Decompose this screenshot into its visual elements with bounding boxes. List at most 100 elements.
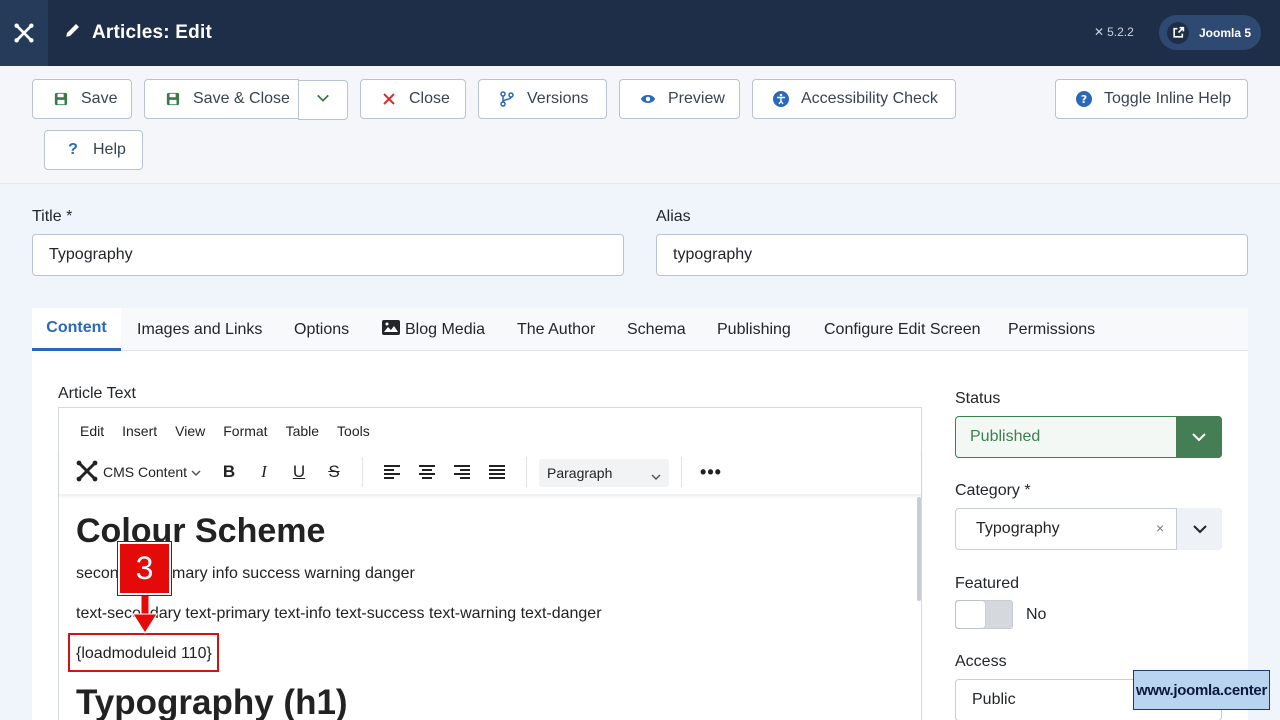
branch-icon (499, 91, 515, 107)
versions-button[interactable]: Versions (478, 79, 607, 119)
eye-icon (640, 91, 656, 107)
editor-menubar: Edit Insert View Format Table Tools (80, 423, 388, 439)
save-close-label: Save & Close (193, 90, 290, 107)
toggle-knob (956, 601, 985, 628)
tab-images-links[interactable]: Images and Links (137, 308, 262, 351)
help-label: Help (93, 141, 126, 158)
tab-publishing[interactable]: Publishing (717, 308, 791, 351)
menu-tools[interactable]: Tools (337, 423, 370, 439)
joomla-icon (75, 459, 99, 486)
chevron-down-icon (191, 464, 201, 480)
align-right-icon[interactable] (450, 449, 474, 495)
tab-blog-media[interactable]: Blog Media (382, 308, 485, 351)
svg-text:?: ? (1081, 93, 1087, 106)
preview-button[interactable]: Preview (619, 79, 740, 119)
paragraph-format-select[interactable]: Paragraph (539, 459, 669, 487)
status-label: Status (955, 390, 1001, 407)
paragraph-label: Paragraph (547, 465, 613, 481)
clear-icon[interactable]: × (1156, 520, 1164, 536)
version-label: ✕ 5.2.2 (1094, 25, 1134, 39)
save-dropdown-toggle[interactable] (298, 80, 348, 120)
close-button[interactable]: Close (360, 79, 466, 119)
chevron-down-icon (1176, 416, 1222, 458)
tab-content[interactable]: Content (32, 308, 121, 351)
menu-view[interactable]: View (175, 423, 205, 439)
underline-icon[interactable]: U (287, 449, 311, 495)
tab-permissions[interactable]: Permissions (1008, 308, 1095, 351)
title-input[interactable]: Typography (32, 234, 624, 276)
featured-value: No (1026, 606, 1047, 623)
article-text-label: Article Text (58, 385, 136, 402)
align-center-icon[interactable] (415, 449, 439, 495)
version-text: 5.2.2 (1107, 25, 1134, 39)
save-icon (53, 91, 69, 107)
access-label: Access (955, 653, 1007, 670)
save-button[interactable]: Save (32, 79, 132, 119)
save-label: Save (81, 90, 118, 107)
question-circle-icon: ? (1076, 91, 1092, 107)
chevron-down-icon (316, 91, 330, 110)
tab-the-author[interactable]: The Author (517, 308, 595, 351)
chevron-down-icon (651, 468, 661, 484)
tab-options[interactable]: Options (294, 308, 349, 351)
category-select[interactable]: Typography × (955, 508, 1222, 550)
status-select[interactable]: Published (955, 416, 1222, 458)
image-icon (382, 319, 400, 340)
access-value: Public (972, 691, 1016, 708)
italic-icon[interactable]: I (252, 449, 276, 495)
tab-bar: Content Images and Links Options Blog Me… (32, 308, 1248, 351)
joomla-site-button[interactable]: Joomla 5 (1159, 15, 1261, 50)
bold-icon[interactable]: B (217, 449, 241, 495)
joomla-logo-icon[interactable] (0, 0, 48, 66)
joomla-small-icon: ✕ (1094, 25, 1105, 39)
toggle-inline-help-button[interactable]: ? Toggle Inline Help (1055, 79, 1248, 119)
page-title: Articles: Edit (64, 0, 212, 66)
category-label: Category * (955, 482, 1031, 499)
joomla-button-label: Joomla 5 (1199, 25, 1252, 40)
menu-table[interactable]: Table (286, 423, 319, 439)
annotation-arrow (132, 594, 158, 634)
toolbar-separator (362, 457, 363, 487)
tab-schema[interactable]: Schema (627, 308, 686, 351)
toolbar-separator (681, 457, 682, 487)
menu-insert[interactable]: Insert (122, 423, 157, 439)
save-close-button[interactable]: Save & Close (144, 79, 299, 119)
pencil-icon (64, 21, 82, 45)
align-left-icon[interactable] (380, 449, 404, 495)
help-button[interactable]: ? Help (44, 130, 143, 170)
cms-content-label: CMS Content (103, 464, 188, 480)
save-icon (165, 91, 181, 107)
page-title-text: Articles: Edit (92, 22, 212, 43)
accessibility-icon (773, 91, 789, 107)
align-justify-icon[interactable] (485, 449, 509, 495)
content-h1: Typography (h1) (76, 683, 348, 720)
editor-toolbar: CMS Content B I U S ••• (59, 449, 921, 495)
editor-scrollbar[interactable] (917, 497, 921, 601)
strikethrough-icon[interactable]: S (322, 449, 346, 495)
annotation-badge: 3 (118, 542, 171, 595)
menu-format[interactable]: Format (223, 423, 267, 439)
question-icon: ? (68, 141, 78, 158)
accessibility-label: Accessibility Check (801, 90, 938, 107)
menu-edit[interactable]: Edit (80, 423, 104, 439)
featured-toggle[interactable] (955, 600, 1013, 629)
status-value: Published (970, 428, 1041, 445)
highlight-box (68, 633, 219, 672)
content-heading: Colour Scheme (76, 512, 326, 550)
title-label: Title * (32, 208, 73, 225)
alias-input[interactable]: typography (656, 234, 1248, 276)
accessibility-check-button[interactable]: Accessibility Check (752, 79, 956, 119)
chevron-down-icon (1176, 508, 1222, 550)
cms-content-dropdown[interactable]: CMS Content (75, 449, 201, 495)
alias-label: Alias (656, 208, 691, 225)
watermark: www.joomla.center (1133, 670, 1270, 710)
category-value: Typography (976, 520, 1060, 537)
top-header: Articles: Edit ✕ 5.2.2 Joomla 5 (0, 0, 1280, 66)
tab-configure-edit-screen[interactable]: Configure Edit Screen (824, 308, 981, 351)
tab-blog-media-label: Blog Media (405, 320, 486, 338)
toolbar-separator (526, 457, 527, 487)
close-icon (381, 91, 397, 107)
toggle-help-label: Toggle Inline Help (1104, 90, 1232, 107)
close-label: Close (409, 90, 450, 107)
more-icon[interactable]: ••• (699, 449, 723, 495)
